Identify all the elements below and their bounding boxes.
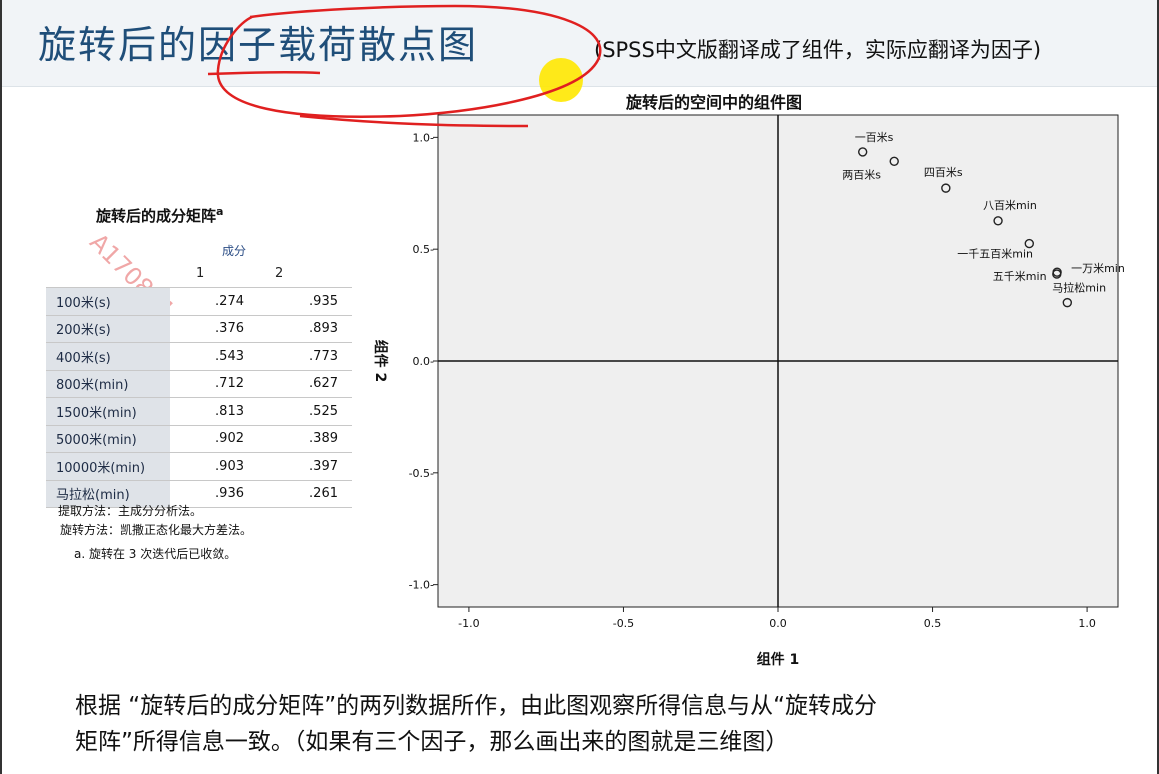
data-point-label: 八百米min [983, 199, 1037, 212]
x-axis-label: 组件 1 [757, 651, 800, 668]
x-tick-label: 1.0 [1078, 617, 1096, 630]
y-tick-label: 0.0- [413, 355, 434, 368]
x-tick-label: -0.5 [613, 617, 634, 630]
x-tick-label: 0.0 [769, 617, 787, 630]
y-tick-label: -0.5- [409, 467, 434, 480]
data-point-label: 五千米min [993, 270, 1047, 283]
y-tick-label: 1.0- [413, 131, 434, 144]
data-point-label: 四百米s [924, 166, 963, 179]
y-axis-label: 组件 2 [372, 340, 389, 383]
footer-line-2: 矩阵”所得信息一致。（如果有三个因子，那么画出来的图就是三维图） [75, 729, 789, 755]
data-point-label: 一百米s [855, 131, 894, 144]
y-tick-label: -1.0- [409, 579, 434, 592]
data-point-label: 两百米s [842, 168, 881, 181]
footer-line-1: 根据 “旋转后的成分矩阵”的两列数据所作，由此图观察所得信息与从“旋转成分 [75, 693, 878, 719]
footer-explanation: 根据 “旋转后的成分矩阵”的两列数据所作，由此图观察所得信息与从“旋转成分 矩阵… [75, 688, 1135, 760]
x-tick-label: 0.5 [924, 617, 942, 630]
data-point-label: 一万米min [1071, 262, 1125, 275]
data-point-label: 马拉松min [1052, 281, 1106, 295]
x-tick-label: -1.0 [458, 617, 479, 630]
data-point-label: 一千五百米min [957, 248, 1033, 261]
y-tick-label: 0.5- [413, 243, 434, 256]
component-plot: -1.0 -0.5 0.0 0.5 1.0-1.0--0.5-0.0-0.5-1.0- … [372, 114, 1125, 668]
